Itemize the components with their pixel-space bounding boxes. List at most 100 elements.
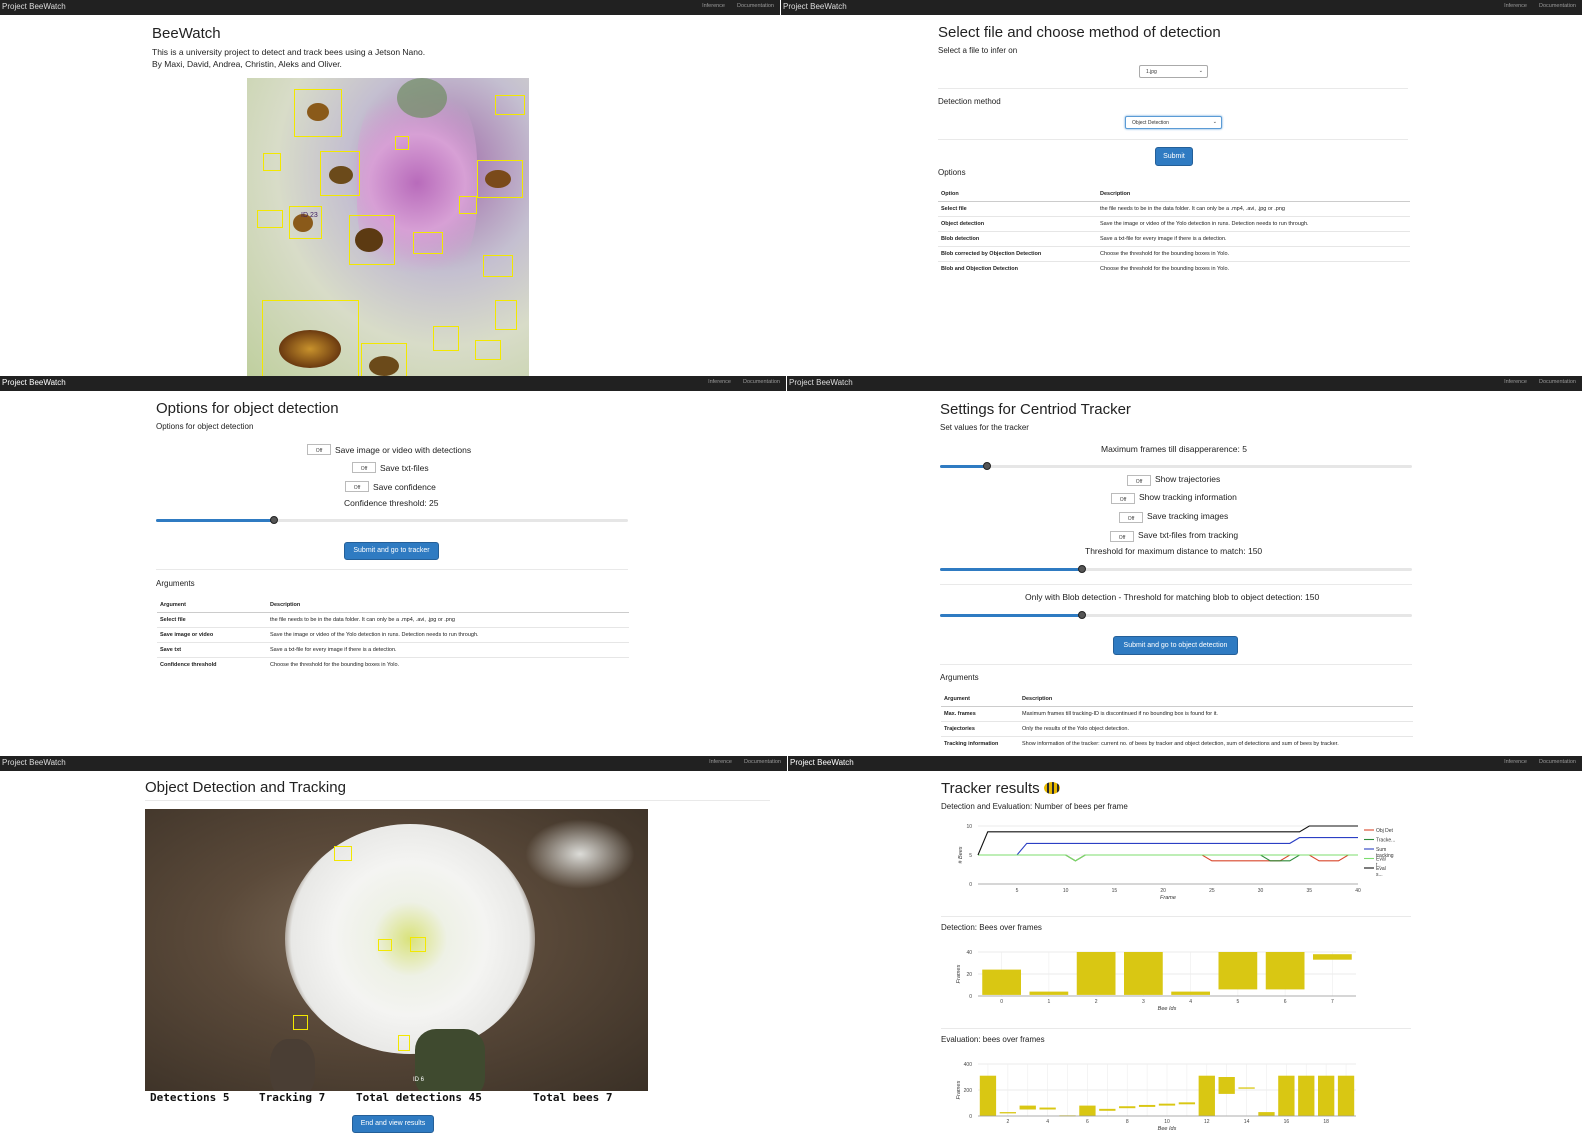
- nav-documentation[interactable]: Documentation: [743, 379, 780, 385]
- x-tick-label: 3: [1142, 999, 1145, 1005]
- nav-inference[interactable]: Inference: [702, 3, 725, 9]
- method-select-value: Object Detection: [1132, 120, 1169, 126]
- x-tick-label: 6: [1284, 999, 1287, 1005]
- bar: [982, 969, 1021, 995]
- nav-documentation[interactable]: Documentation: [744, 759, 781, 765]
- bee-bbox: [263, 153, 281, 171]
- nav-inference[interactable]: Inference: [708, 379, 731, 385]
- distance-threshold-slider[interactable]: [940, 565, 1412, 573]
- file-select[interactable]: 1.jpg ⌄: [1139, 65, 1208, 78]
- flower-bud: [525, 819, 635, 889]
- table-row: Tracking information Show information of …: [941, 736, 1413, 751]
- toggle-save-txt[interactable]: Off: [352, 462, 376, 473]
- nav-documentation[interactable]: Documentation: [1539, 3, 1576, 9]
- divider: [940, 584, 1412, 585]
- nav-brand[interactable]: Project BeeWatch: [2, 378, 66, 387]
- x-tick-label: 10: [1063, 888, 1069, 894]
- cell-option: Blob corrected by Objection Detection: [938, 246, 1097, 262]
- toggle-save-confidence[interactable]: Off: [345, 481, 369, 492]
- blob-threshold-slider[interactable]: [940, 611, 1412, 619]
- confidence-threshold-label: Confidence threshold: 25: [344, 498, 439, 508]
- series-line: [978, 854, 1358, 862]
- navbar: Project BeeWatch Inference Documentation: [788, 756, 1582, 771]
- detection-tracking-panel: Project BeeWatch Inference Documentation …: [0, 756, 787, 1146]
- nav-inference[interactable]: Inference: [1504, 759, 1527, 765]
- x-tick-label: 35: [1307, 888, 1313, 894]
- blob-threshold-label: Only with Blob detection - Threshold for…: [1025, 592, 1320, 602]
- bee: [369, 356, 399, 376]
- bar: [1079, 1105, 1096, 1116]
- nav-brand[interactable]: Project BeeWatch: [790, 758, 854, 767]
- max-frames-slider[interactable]: [940, 462, 1412, 470]
- bee-bbox: [483, 255, 513, 277]
- bee-bbox: [334, 846, 352, 861]
- tracker-results-panel: Project BeeWatch Inference Documentation …: [788, 756, 1582, 1146]
- bar: [1218, 1077, 1235, 1094]
- bar: [1029, 991, 1069, 995]
- nav-brand[interactable]: Project BeeWatch: [783, 2, 847, 11]
- file-select-value: 1.jpg: [1146, 69, 1157, 75]
- toggle-show-tracking-info[interactable]: Off: [1111, 493, 1135, 504]
- x-tick-label: 20: [1160, 888, 1166, 894]
- submit-button[interactable]: Submit: [1155, 147, 1193, 166]
- cell-description: Save a txt-file for every image if there…: [267, 642, 629, 658]
- toggle-save-txt-label: Save txt-files: [380, 463, 429, 473]
- bee-bbox: [433, 326, 459, 351]
- divider: [938, 88, 1408, 89]
- detections-counter: Detections 5: [150, 1091, 230, 1104]
- cell-description: Choose the threshold for the bounding bo…: [1097, 246, 1410, 262]
- nav-documentation[interactable]: Documentation: [1539, 379, 1576, 385]
- submit-and-go-to-tracker-button[interactable]: Submit and go to tracker: [344, 542, 439, 560]
- series-line: [978, 837, 1358, 856]
- tracker-settings-panel: Project BeeWatch Inference Documentation …: [787, 376, 1582, 758]
- submit-and-go-to-object-detection-button[interactable]: Submit and go to object detection: [1113, 636, 1238, 655]
- x-tick-label: 40: [1355, 888, 1361, 894]
- nav-documentation[interactable]: Documentation: [1539, 759, 1576, 765]
- detection-bees-over-frames-chart: 0 20 40 0 1 2 3 4 5 6 7 Bee Ids Frames: [956, 950, 1356, 1012]
- slider-handle[interactable]: [1077, 611, 1086, 619]
- y-axis-label: # Bees: [958, 846, 964, 863]
- x-tick-label: 25: [1209, 888, 1215, 894]
- table-row: Select file the file needs to be in the d…: [157, 612, 629, 628]
- cell-argument: Save txt: [157, 642, 267, 658]
- bee-emoji-icon: [1044, 782, 1060, 794]
- file-prompt: Select a file to infer on: [938, 46, 1018, 55]
- confidence-threshold-slider[interactable]: [156, 516, 628, 524]
- nav-inference[interactable]: Inference: [1504, 3, 1527, 9]
- slider-handle[interactable]: [983, 462, 992, 470]
- toggle-show-trajectories[interactable]: Off: [1127, 475, 1151, 486]
- toggle-save-image[interactable]: Off: [307, 444, 331, 455]
- bee: [329, 166, 353, 184]
- max-frames-label: Maximum frames till disapperarence: 5: [1101, 444, 1247, 454]
- y-tick-label: 0: [969, 882, 972, 888]
- toggle-save-tracking-images[interactable]: Off: [1119, 512, 1143, 523]
- table-row: Save image or video Save the image or vid…: [157, 627, 629, 643]
- bar: [1171, 991, 1210, 995]
- nav-inference[interactable]: Inference: [709, 759, 732, 765]
- slider-handle[interactable]: [270, 516, 278, 524]
- x-tick-label: 1: [1047, 999, 1050, 1005]
- col-header-argument: Argument: [941, 692, 1019, 707]
- end-and-view-results-button[interactable]: End and view results: [352, 1115, 434, 1133]
- slider-handle[interactable]: [1077, 565, 1086, 573]
- nav-inference[interactable]: Inference: [1504, 379, 1527, 385]
- nav-brand[interactable]: Project BeeWatch: [2, 2, 66, 11]
- y-axis-label: Frames: [956, 964, 962, 983]
- x-tick-label: 4: [1046, 1119, 1049, 1125]
- method-select[interactable]: Object Detection ⌄: [1125, 116, 1222, 129]
- navbar: Project BeeWatch Inference Documentation: [781, 0, 1582, 15]
- cell-argument: Tracking information: [941, 736, 1019, 751]
- navbar: Project BeeWatch Inference Documentation: [787, 376, 1582, 391]
- toggle-save-tracking-txt[interactable]: Off: [1110, 531, 1134, 542]
- table-row: Trajectories Only the results of the Yolo…: [941, 721, 1413, 737]
- col-header-description: Description: [1097, 187, 1410, 202]
- bar: [979, 1075, 997, 1116]
- bee: [485, 170, 511, 188]
- bar: [1318, 1075, 1335, 1116]
- nav-documentation[interactable]: Documentation: [737, 3, 774, 9]
- bee-bbox: [495, 95, 525, 115]
- nav-brand[interactable]: Project BeeWatch: [2, 758, 66, 767]
- cell-description: the file needs to be in the data folder.…: [267, 612, 629, 628]
- nav-brand[interactable]: Project BeeWatch: [789, 378, 853, 387]
- arguments-table: Argument Description Select file the file …: [157, 598, 629, 672]
